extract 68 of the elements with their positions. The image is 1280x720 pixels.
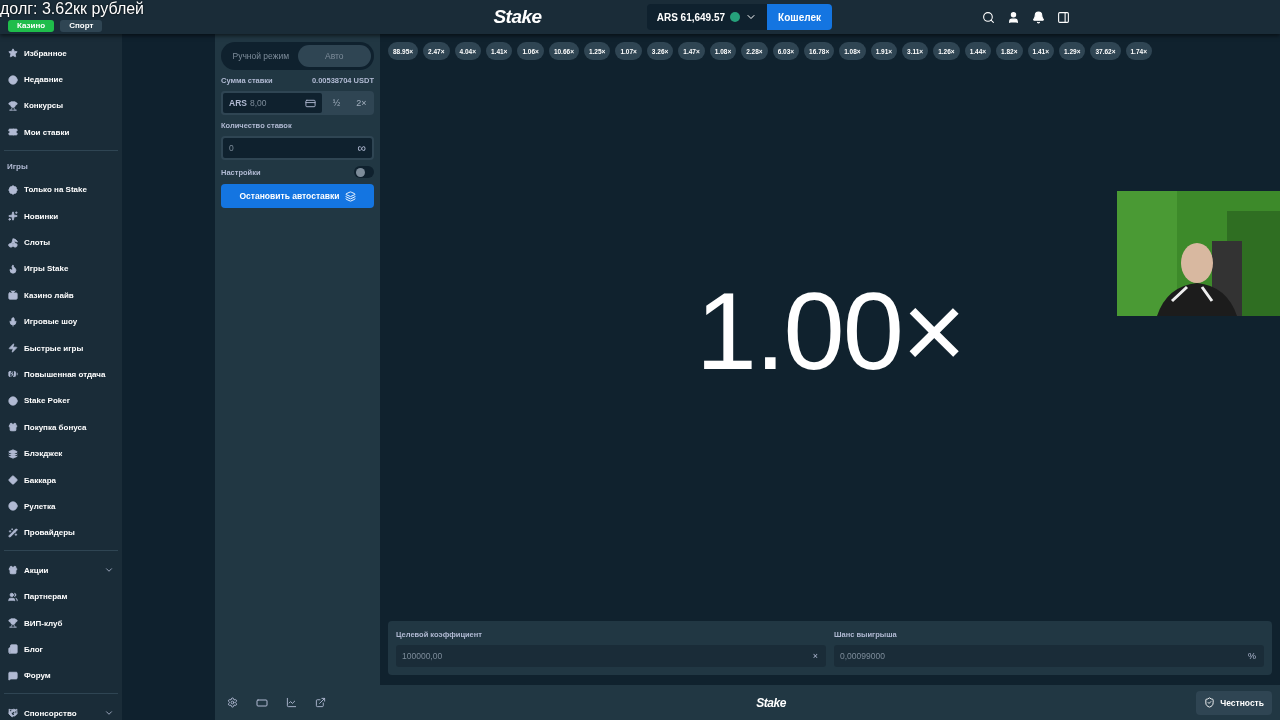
balance-selector[interactable]: ARS 61,649.57 [646,4,768,30]
bets-count-field[interactable]: 0 ∞ [221,136,374,160]
double-button[interactable]: 2× [349,91,374,115]
chat-icon [8,670,18,681]
flame-icon [8,263,18,274]
sidebar-item[interactable]: ВИП-клуб [4,609,118,637]
sidebar-item[interactable]: Новинки [4,202,118,230]
sidebar-item[interactable]: Партнерам [4,583,118,610]
sidebar-item[interactable]: Игровые шоу [4,308,118,335]
gift-icon [8,565,18,576]
mode-tab[interactable]: Ручной режим [224,45,298,67]
sidebar-item[interactable]: Блэкджек [4,440,118,467]
ticket-icon [8,127,18,138]
sidebar-item[interactable]: Быстрые игры [4,334,118,362]
gift-icon [8,422,18,433]
sidebar-item[interactable]: Баккара [4,466,118,494]
currency-icon [305,97,316,109]
sidebar-item[interactable]: Покупка бонуса [4,414,118,441]
sidebar-heading: Игры [6,160,29,173]
sidebar-item[interactable]: Только на Stake [4,176,118,203]
chart-icon[interactable] [286,697,297,708]
coin-icon [730,12,741,22]
settings-icon[interactable] [227,697,238,708]
popout-icon[interactable] [315,697,326,708]
sidebar-item[interactable]: Спонсорство [4,700,118,720]
sidebar-item[interactable]: Казино лайв [4,282,118,309]
sidebar-item[interactable]: Избранное [4,40,118,67]
sidebar-item[interactable]: Недавние [4,66,118,93]
balance-amount: ARS 61,649.57 [656,11,726,23]
cherry-icon [8,237,18,248]
sidebar-item[interactable]: Игры Stake [4,255,118,283]
panel-icon[interactable] [1057,10,1070,24]
diamond-icon [8,475,18,486]
star-icon [8,48,18,59]
sidebar-item[interactable]: Блог [4,636,118,663]
sidebar-item[interactable]: Провайдеры [4,519,118,547]
sidebar-item[interactable]: Рулетка [4,493,118,520]
header-tab[interactable]: Спорт [60,20,103,32]
half-button[interactable]: ½ [324,91,349,115]
lightning-icon [8,343,18,354]
stop-autobet-button[interactable]: Остановить автоставки [221,184,374,208]
sidebar-item[interactable]: Акции [4,557,118,584]
sidebar-item[interactable]: Конкурсы [4,92,118,120]
screen-icon[interactable] [256,696,268,709]
wallet-button[interactable]: Кошелек [767,4,832,30]
win-chance-field[interactable]: 0,00099000 % [834,645,1264,667]
user-icon[interactable] [1007,10,1020,24]
sidebar-item[interactable]: Повышенная отдача [4,361,118,388]
sparkles-icon [8,211,18,222]
tv-icon [8,290,18,301]
sidebar-item[interactable]: Stake Poker [4,387,118,415]
target-multiplier-field[interactable]: 100000,00 × [396,645,826,667]
shield-icon [1204,697,1216,708]
sidebar-item[interactable]: Мои ставки [4,119,118,146]
search-icon[interactable] [982,10,995,24]
bell-icon[interactable] [1032,10,1045,24]
footer-logo: Stake [756,695,786,710]
wand-icon [8,527,18,538]
circle-icon [8,501,18,512]
users-icon [8,591,18,602]
bet-amount-field[interactable]: ARS 8,00 [221,91,324,115]
fairness-button[interactable]: Честность [1196,690,1272,715]
current-multiplier: 1.00× [695,268,965,394]
settings-toggle[interactable] [354,166,374,178]
stream-caption: долг: 3.62кк рублей [0,0,145,18]
logo[interactable]: Stake [493,6,542,28]
sidebar-item[interactable]: Слоты [4,229,118,256]
sidebar-item[interactable]: Форум [4,662,118,689]
